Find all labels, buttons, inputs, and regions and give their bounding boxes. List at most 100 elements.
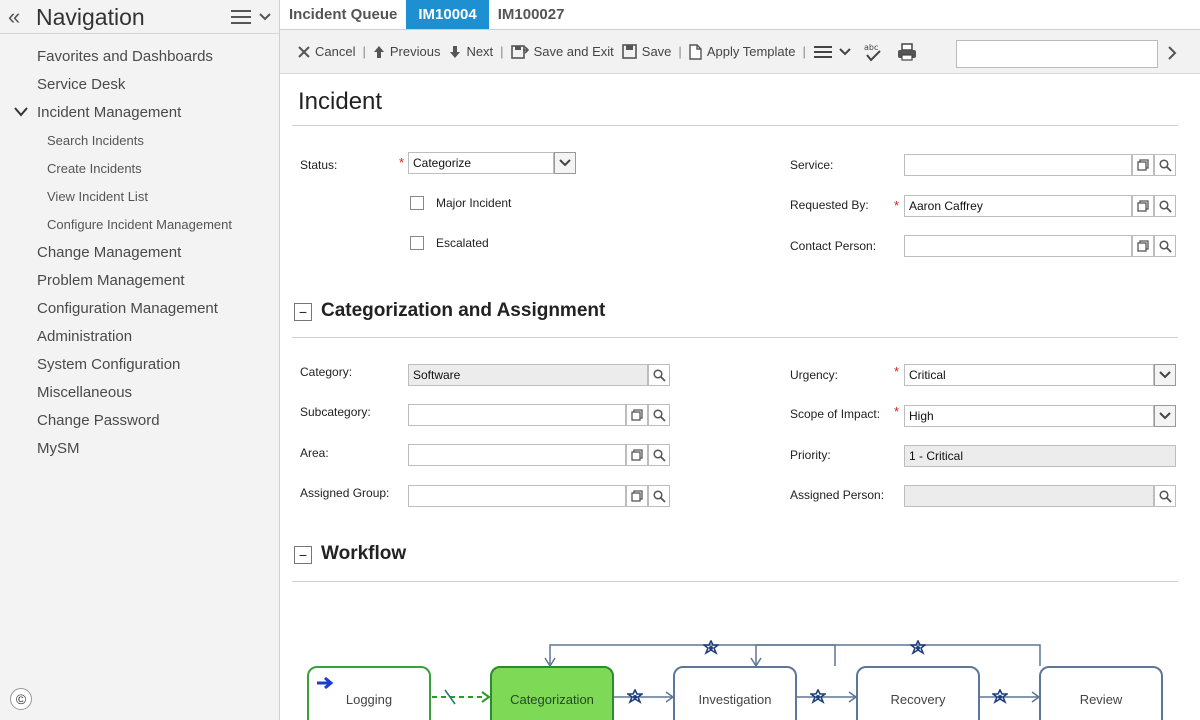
collapse-section-icon[interactable]: − (294, 546, 312, 564)
requested-by-field[interactable]: Aaron Caffrey (904, 195, 1132, 217)
menu-icon[interactable] (231, 9, 251, 24)
phase-label: Categorization (510, 691, 594, 707)
nav-subitem-create-incidents[interactable]: Create Incidents (0, 154, 279, 182)
gear-icon[interactable] (701, 639, 721, 659)
copy-icon[interactable] (1132, 195, 1154, 217)
save-icon (621, 44, 637, 59)
assigned-group-label: Assigned Group: (300, 486, 390, 500)
nav-item-change-password[interactable]: Change Password (0, 406, 279, 434)
category-field[interactable]: Software (408, 364, 648, 386)
search-icon[interactable] (1154, 195, 1176, 217)
contact-person-field[interactable] (904, 235, 1132, 257)
save-and-exit-button[interactable]: Save and Exit (510, 44, 614, 59)
search-icon[interactable] (1154, 485, 1176, 507)
tab-im10004[interactable]: IM10004 (406, 0, 489, 29)
chevron-down-icon[interactable] (259, 10, 271, 24)
expand-caret-icon (14, 107, 28, 117)
urgency-select[interactable]: Critical (904, 364, 1154, 386)
print-icon[interactable] (897, 42, 917, 61)
nav-item-label: Miscellaneous (37, 383, 133, 401)
more-menu-icon[interactable] (813, 45, 851, 59)
escalated-checkbox[interactable] (410, 236, 424, 250)
save-exit-icon (510, 45, 529, 59)
collapse-section-icon[interactable]: − (294, 303, 312, 321)
scope-of-impact-select[interactable]: High (904, 405, 1154, 427)
nav-item-administration[interactable]: Administration (0, 322, 279, 350)
main-content: Incident Queue IM10004 IM100027 Cancel |… (280, 0, 1200, 720)
search-icon[interactable] (1154, 154, 1176, 176)
nav-item-label: Service Desk (37, 75, 126, 93)
nav-subitem-search-incidents[interactable]: Search Incidents (0, 126, 279, 154)
gear-icon[interactable] (625, 688, 645, 708)
spell-check-icon[interactable]: abc (863, 42, 885, 62)
area-field[interactable] (408, 444, 626, 466)
phase-label: Review (1079, 691, 1123, 707)
nav-item-label: Change Password (37, 411, 160, 429)
nav-item-label: MySM (37, 439, 80, 457)
nav-item-system-configuration[interactable]: System Configuration (0, 350, 279, 378)
apply-template-button[interactable]: Apply Template (689, 43, 796, 60)
navigation-sidebar: « Navigation Favorites and Dashboards Se… (0, 0, 280, 720)
required-marker: * (894, 198, 900, 213)
workflow-phase-recovery[interactable]: Recovery (856, 666, 980, 720)
tab-incident-queue[interactable]: Incident Queue (280, 0, 406, 29)
cancel-button[interactable]: Cancel (298, 44, 355, 59)
nav-item-favorites-and-dashboards[interactable]: Favorites and Dashboards (0, 42, 279, 70)
previous-button[interactable]: Previous (373, 44, 440, 59)
workflow-phase-review[interactable]: Review (1039, 666, 1163, 720)
urgency-dropdown-icon[interactable] (1154, 364, 1176, 386)
nav-item-service-desk[interactable]: Service Desk (0, 70, 279, 98)
scope-dropdown-icon[interactable] (1154, 405, 1176, 427)
search-icon[interactable] (648, 364, 670, 386)
copy-icon[interactable] (626, 485, 648, 507)
status-label: Status: (300, 158, 338, 172)
nav-subitem-view-incident-list[interactable]: View Incident List (0, 182, 279, 210)
save-button[interactable]: Save (621, 44, 671, 59)
status-dropdown-icon[interactable] (554, 152, 576, 174)
priority-field: 1 - Critical (904, 445, 1176, 467)
workflow-phase-logging[interactable]: Logging (307, 666, 431, 720)
nav-item-incident-management[interactable]: Incident Management (0, 98, 279, 126)
copy-icon[interactable] (626, 444, 648, 466)
nav-item-miscellaneous[interactable]: Miscellaneous (0, 378, 279, 406)
assigned-group-field[interactable] (408, 485, 626, 507)
next-label: Next (466, 44, 494, 59)
tab-im100027[interactable]: IM100027 (489, 0, 574, 29)
nav-item-problem-management[interactable]: Problem Management (0, 266, 279, 294)
search-icon[interactable] (648, 444, 670, 466)
apply-template-label: Apply Template (706, 44, 796, 59)
service-field[interactable] (904, 154, 1132, 176)
toolbar-separator: | (802, 44, 806, 59)
next-button[interactable]: Next (449, 44, 493, 59)
nav-item-label: System Configuration (37, 355, 181, 373)
search-icon[interactable] (648, 404, 670, 426)
required-marker: * (399, 155, 405, 170)
copy-icon[interactable] (1132, 235, 1154, 257)
collapse-sidebar-icon[interactable]: « (8, 5, 30, 27)
assigned-person-field[interactable] (904, 485, 1154, 507)
workflow-phase-investigation[interactable]: Investigation (673, 666, 797, 720)
nav-item-configuration-management[interactable]: Configuration Management (0, 294, 279, 322)
gear-icon[interactable] (990, 688, 1010, 708)
gear-icon[interactable] (808, 688, 828, 708)
major-incident-checkbox[interactable] (410, 196, 424, 210)
chevron-right-icon[interactable] (1168, 46, 1177, 65)
subcategory-label: Subcategory: (300, 405, 371, 419)
nav-subitem-configure-incident-management[interactable]: Configure Incident Management (0, 210, 279, 238)
section-title-workflow: Workflow (321, 543, 407, 564)
toolbar-search-input[interactable] (956, 40, 1158, 68)
copy-icon[interactable] (626, 404, 648, 426)
search-icon[interactable] (1154, 235, 1176, 257)
navigation-header: « Navigation (0, 0, 279, 34)
nav-item-change-management[interactable]: Change Management (0, 238, 279, 266)
nav-item-mysm[interactable]: MySM (0, 434, 279, 462)
section-title-categorization: Categorization and Assignment (321, 300, 606, 321)
copy-icon[interactable] (1132, 154, 1154, 176)
phase-label: Investigation (698, 691, 772, 707)
subcategory-field[interactable] (408, 404, 626, 426)
search-icon[interactable] (648, 485, 670, 507)
copyright-icon[interactable]: © (10, 688, 32, 710)
status-select[interactable]: Categorize (408, 152, 554, 174)
gear-icon[interactable] (908, 639, 928, 659)
workflow-phase-categorization[interactable]: Categorization (490, 666, 614, 720)
